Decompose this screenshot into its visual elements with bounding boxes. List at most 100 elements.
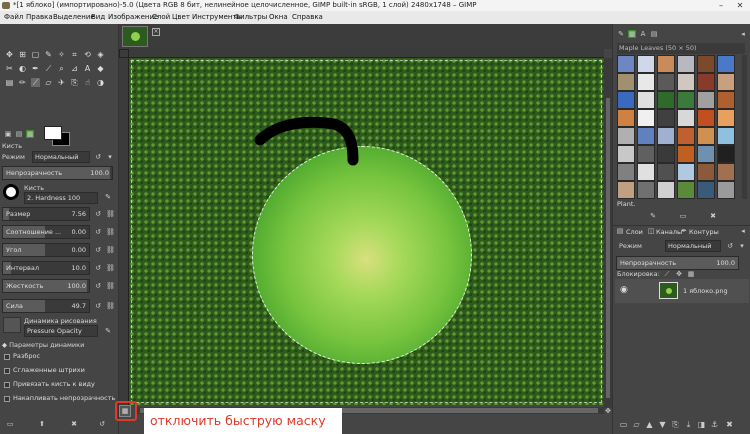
minimize-button[interactable]: –: [713, 0, 729, 11]
edit-brush-icon[interactable]: ✎: [104, 193, 112, 201]
brush-selector[interactable]: 2. Hardness 100: [24, 192, 98, 204]
eraser-tool-icon[interactable]: ▱: [44, 78, 53, 87]
pattern-swatch[interactable]: [657, 163, 675, 181]
free-select-icon[interactable]: ✎: [44, 50, 53, 59]
pattern-swatch[interactable]: [617, 127, 635, 145]
scissors-tool-icon[interactable]: ✂: [5, 64, 14, 73]
mode-dropdown[interactable]: Нормальный: [32, 151, 90, 163]
smudge-tool-icon[interactable]: ☝: [83, 78, 92, 87]
pattern-swatch[interactable]: [637, 109, 655, 127]
merge-layer-icon[interactable]: ⤓: [684, 420, 693, 429]
link-ratio-icon[interactable]: ⛓: [106, 228, 115, 236]
pattern-swatch[interactable]: [617, 145, 635, 163]
transform-tool-icon[interactable]: ⟲: [83, 50, 92, 59]
force-slider[interactable]: Сила 49.7: [2, 299, 90, 313]
reset-spacing-icon[interactable]: ↺: [94, 264, 102, 272]
hardness-slider[interactable]: Жесткость 100.0: [2, 279, 90, 293]
link-force-icon[interactable]: ⛓: [106, 302, 115, 310]
link-hardness-icon[interactable]: ⛓: [106, 282, 115, 290]
text-tool-icon[interactable]: A: [83, 64, 92, 73]
pattern-swatch[interactable]: [677, 55, 695, 73]
menu-select[interactable]: Выделение: [53, 11, 95, 24]
fonts-tab-icon[interactable]: A: [639, 30, 647, 38]
menu-layer[interactable]: Слой: [152, 11, 170, 24]
new-layer-icon[interactable]: ▭: [619, 420, 628, 429]
airbrush-tool-icon[interactable]: ✈: [57, 78, 66, 87]
pattern-swatch[interactable]: [677, 109, 695, 127]
menu-view[interactable]: Вид: [91, 11, 105, 24]
color-picker-icon[interactable]: ⟋: [44, 64, 53, 73]
mask-layer-icon[interactable]: ◨: [697, 420, 706, 429]
pattern-swatch[interactable]: [617, 181, 635, 199]
paths-tab-icon[interactable]: ✒: [680, 227, 688, 235]
link-spacing-icon[interactable]: ⛓: [106, 264, 115, 272]
opacity-slider[interactable]: Непрозрачность 100.0: [2, 166, 113, 180]
pattern-swatch[interactable]: [697, 181, 715, 199]
pattern-swatch[interactable]: [697, 55, 715, 73]
brushes-tab-icon[interactable]: ✎: [617, 30, 625, 38]
pattern-swatch[interactable]: [717, 73, 735, 91]
pattern-swatch[interactable]: [617, 109, 635, 127]
layer-mode-menu-icon[interactable]: ▾: [738, 242, 746, 250]
anchor-icon[interactable]: ⚓: [710, 420, 719, 429]
delete-layer-icon[interactable]: ✖: [725, 420, 734, 429]
dynamics-params-expander[interactable]: ◆ Параметры динамики: [2, 338, 115, 352]
pattern-swatch[interactable]: [697, 91, 715, 109]
tool-options-tab-icon[interactable]: ▣: [4, 130, 12, 138]
pattern-swatch[interactable]: [657, 127, 675, 145]
new-group-icon[interactable]: ▱: [632, 420, 641, 429]
reset-angle-icon[interactable]: ↺: [94, 246, 102, 254]
layer-row[interactable]: ◉ 1 яблоко.png: [615, 279, 749, 303]
pattern-swatch[interactable]: [697, 145, 715, 163]
tab-channels[interactable]: Каналы: [656, 227, 682, 237]
warp-tool-icon[interactable]: ◈: [96, 50, 105, 59]
pattern-swatch[interactable]: [657, 91, 675, 109]
smooth-checkbox[interactable]: [4, 368, 10, 374]
pattern-swatch[interactable]: [617, 73, 635, 91]
image-tab-thumbnail[interactable]: [122, 26, 148, 47]
reset-options-icon[interactable]: ↺: [98, 420, 106, 428]
pattern-swatch[interactable]: [697, 127, 715, 145]
pattern-swatch[interactable]: [657, 181, 675, 199]
reset-ratio-icon[interactable]: ↺: [94, 228, 102, 236]
horizontal-ruler[interactable]: [129, 49, 604, 58]
pattern-swatch[interactable]: [637, 127, 655, 145]
gradient-tool-icon[interactable]: ▤: [5, 78, 14, 87]
spacing-slider[interactable]: Интервал 10.0: [2, 261, 90, 275]
lower-layer-icon[interactable]: ▼: [658, 420, 667, 429]
close-window-button[interactable]: ✕: [732, 0, 748, 11]
pattern-swatch[interactable]: [697, 163, 715, 181]
pattern-swatch[interactable]: [677, 91, 695, 109]
delete-pattern-icon[interactable]: ✖: [709, 212, 717, 220]
menu-colors[interactable]: Цвет: [172, 11, 190, 24]
vscroll-thumb[interactable]: [606, 98, 610, 398]
tab-paths[interactable]: Контуры: [689, 227, 719, 237]
gradients-tab-icon[interactable]: ▤: [650, 30, 658, 38]
pattern-swatch[interactable]: [697, 109, 715, 127]
paths-tool-icon[interactable]: ✒: [31, 64, 40, 73]
pattern-swatch[interactable]: [637, 91, 655, 109]
pattern-swatch[interactable]: [717, 181, 735, 199]
pattern-swatch[interactable]: [637, 73, 655, 91]
reset-hardness-icon[interactable]: ↺: [94, 282, 102, 290]
pattern-swatch[interactable]: [617, 55, 635, 73]
pattern-swatch[interactable]: [637, 145, 655, 163]
brush-preview[interactable]: [3, 184, 19, 200]
raise-layer-icon[interactable]: ▲: [645, 420, 654, 429]
edit-dynamics-icon[interactable]: ✎: [104, 327, 112, 335]
fuzzy-select-icon[interactable]: ✧: [57, 50, 66, 59]
save-options-icon[interactable]: ▭: [6, 420, 14, 428]
ruler-corner[interactable]: [119, 49, 129, 58]
edit-pattern-icon[interactable]: ✎: [649, 212, 657, 220]
foreground-color-swatch[interactable]: [44, 126, 62, 140]
mode-dropdown-arrow-icon[interactable]: ▾: [106, 153, 114, 161]
measure-tool-icon[interactable]: ⊿: [70, 64, 79, 73]
lock-alpha-icon[interactable]: ▦: [687, 270, 695, 278]
reset-force-icon[interactable]: ↺: [94, 302, 102, 310]
link-angle-icon[interactable]: ⛓: [106, 246, 115, 254]
pattern-swatch[interactable]: [677, 127, 695, 145]
rect-select-icon[interactable]: ▢: [31, 50, 40, 59]
menu-image[interactable]: Изображение: [108, 11, 158, 24]
pattern-swatch[interactable]: [717, 109, 735, 127]
vertical-scrollbar[interactable]: [604, 58, 612, 408]
